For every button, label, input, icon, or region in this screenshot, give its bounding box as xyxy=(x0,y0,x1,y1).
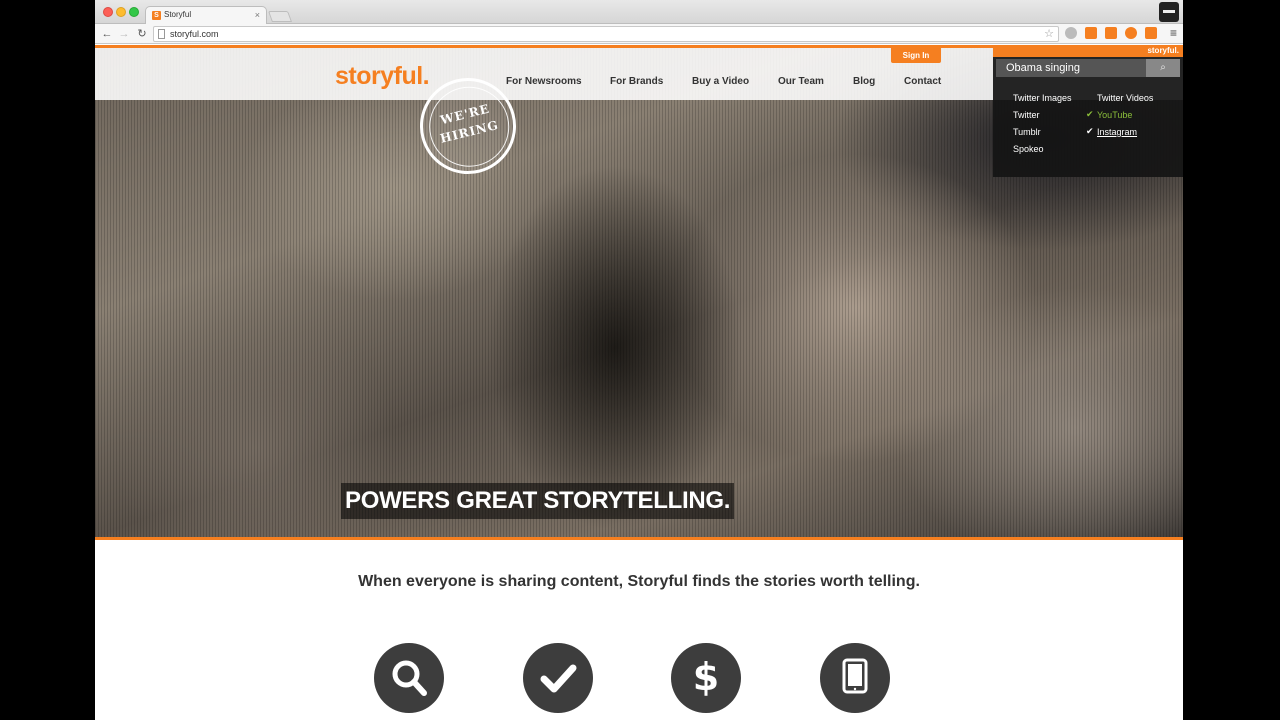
feature-verify[interactable] xyxy=(523,643,593,713)
instagram-check-icon: ✔ xyxy=(1086,126,1094,136)
minimize-window-button[interactable] xyxy=(116,7,126,17)
bookmark-star-icon[interactable]: ☆ xyxy=(1044,27,1054,41)
svg-text:$: $ xyxy=(693,655,719,699)
forward-button[interactable]: → xyxy=(117,26,131,42)
profile-avatar-icon[interactable] xyxy=(1159,2,1179,22)
browser-window: S Storyful × ← → ↻ storyful.com ☆ ≡ stor… xyxy=(95,0,1183,720)
youtube-check-icon: ✔ xyxy=(1086,109,1094,119)
feature-license[interactable]: $ xyxy=(671,643,741,713)
url-text: storyful.com xyxy=(170,29,219,39)
tablet-icon xyxy=(842,658,868,694)
source-instagram[interactable]: Instagram xyxy=(1097,127,1137,137)
nav-blog[interactable]: Blog xyxy=(853,76,875,87)
popup-brand: storyful. xyxy=(993,45,1183,57)
check-icon xyxy=(540,664,577,693)
feature-distribute[interactable] xyxy=(820,643,890,713)
dollar-icon: $ xyxy=(693,655,719,699)
source-tumblr[interactable]: Tumblr xyxy=(1013,127,1041,137)
extension-icon-1[interactable] xyxy=(1065,27,1077,39)
popup-search-input[interactable]: Obama singing xyxy=(996,59,1146,77)
maximize-window-button[interactable] xyxy=(129,7,139,17)
hero-tagline: POWERS GREAT STORYTELLING. xyxy=(341,483,735,519)
nav-for-brands[interactable]: For Brands xyxy=(610,76,663,87)
sign-in-button[interactable]: Sign In xyxy=(891,48,941,63)
hero-accent-bar xyxy=(95,537,1183,540)
user-extension-icon[interactable] xyxy=(1125,27,1137,39)
source-twitter-videos[interactable]: Twitter Videos xyxy=(1097,93,1153,103)
mail-extension-icon[interactable] xyxy=(1105,27,1117,39)
nav-contact[interactable]: Contact xyxy=(904,76,941,87)
storyful-extension-icon[interactable] xyxy=(1085,27,1097,39)
popup-search-button[interactable]: ⌕ xyxy=(1146,59,1180,77)
intro-subheading: When everyone is sharing content, Storyf… xyxy=(358,573,920,590)
nav-for-newsrooms[interactable]: For Newsrooms xyxy=(506,76,582,87)
storyful-logo[interactable]: storyful. xyxy=(335,62,430,91)
tab-strip: S Storyful × xyxy=(95,0,1183,24)
storyful-favicon-icon: S xyxy=(152,11,161,20)
storyful-extension-popup: storyful. Obama singing ⌕ Twitter Images… xyxy=(993,45,1183,177)
menu-icon[interactable]: ≡ xyxy=(1170,26,1177,40)
search-extension-icon[interactable] xyxy=(1145,27,1157,39)
source-youtube[interactable]: YouTube xyxy=(1097,110,1132,120)
feature-discover[interactable] xyxy=(374,643,444,713)
close-window-button[interactable] xyxy=(103,7,113,17)
source-twitter[interactable]: Twitter xyxy=(1013,110,1040,120)
close-tab-icon[interactable]: × xyxy=(255,7,260,23)
tab-storyful[interactable]: S Storyful × xyxy=(145,6,267,24)
reload-button[interactable]: ↻ xyxy=(135,26,149,42)
nav-buy-a-video[interactable]: Buy a Video xyxy=(692,76,749,87)
nav-our-team[interactable]: Our Team xyxy=(778,76,824,87)
new-tab-button[interactable] xyxy=(267,11,293,22)
source-twitter-images[interactable]: Twitter Images xyxy=(1013,93,1072,103)
page-icon xyxy=(158,29,165,39)
browser-toolbar: ← → ↻ storyful.com ☆ ≡ xyxy=(95,24,1183,44)
tab-title: Storyful xyxy=(164,10,192,19)
search-icon xyxy=(392,660,427,696)
back-button[interactable]: ← xyxy=(100,26,114,42)
source-spokeo[interactable]: Spokeo xyxy=(1013,144,1044,154)
address-bar[interactable]: storyful.com ☆ xyxy=(153,26,1059,42)
